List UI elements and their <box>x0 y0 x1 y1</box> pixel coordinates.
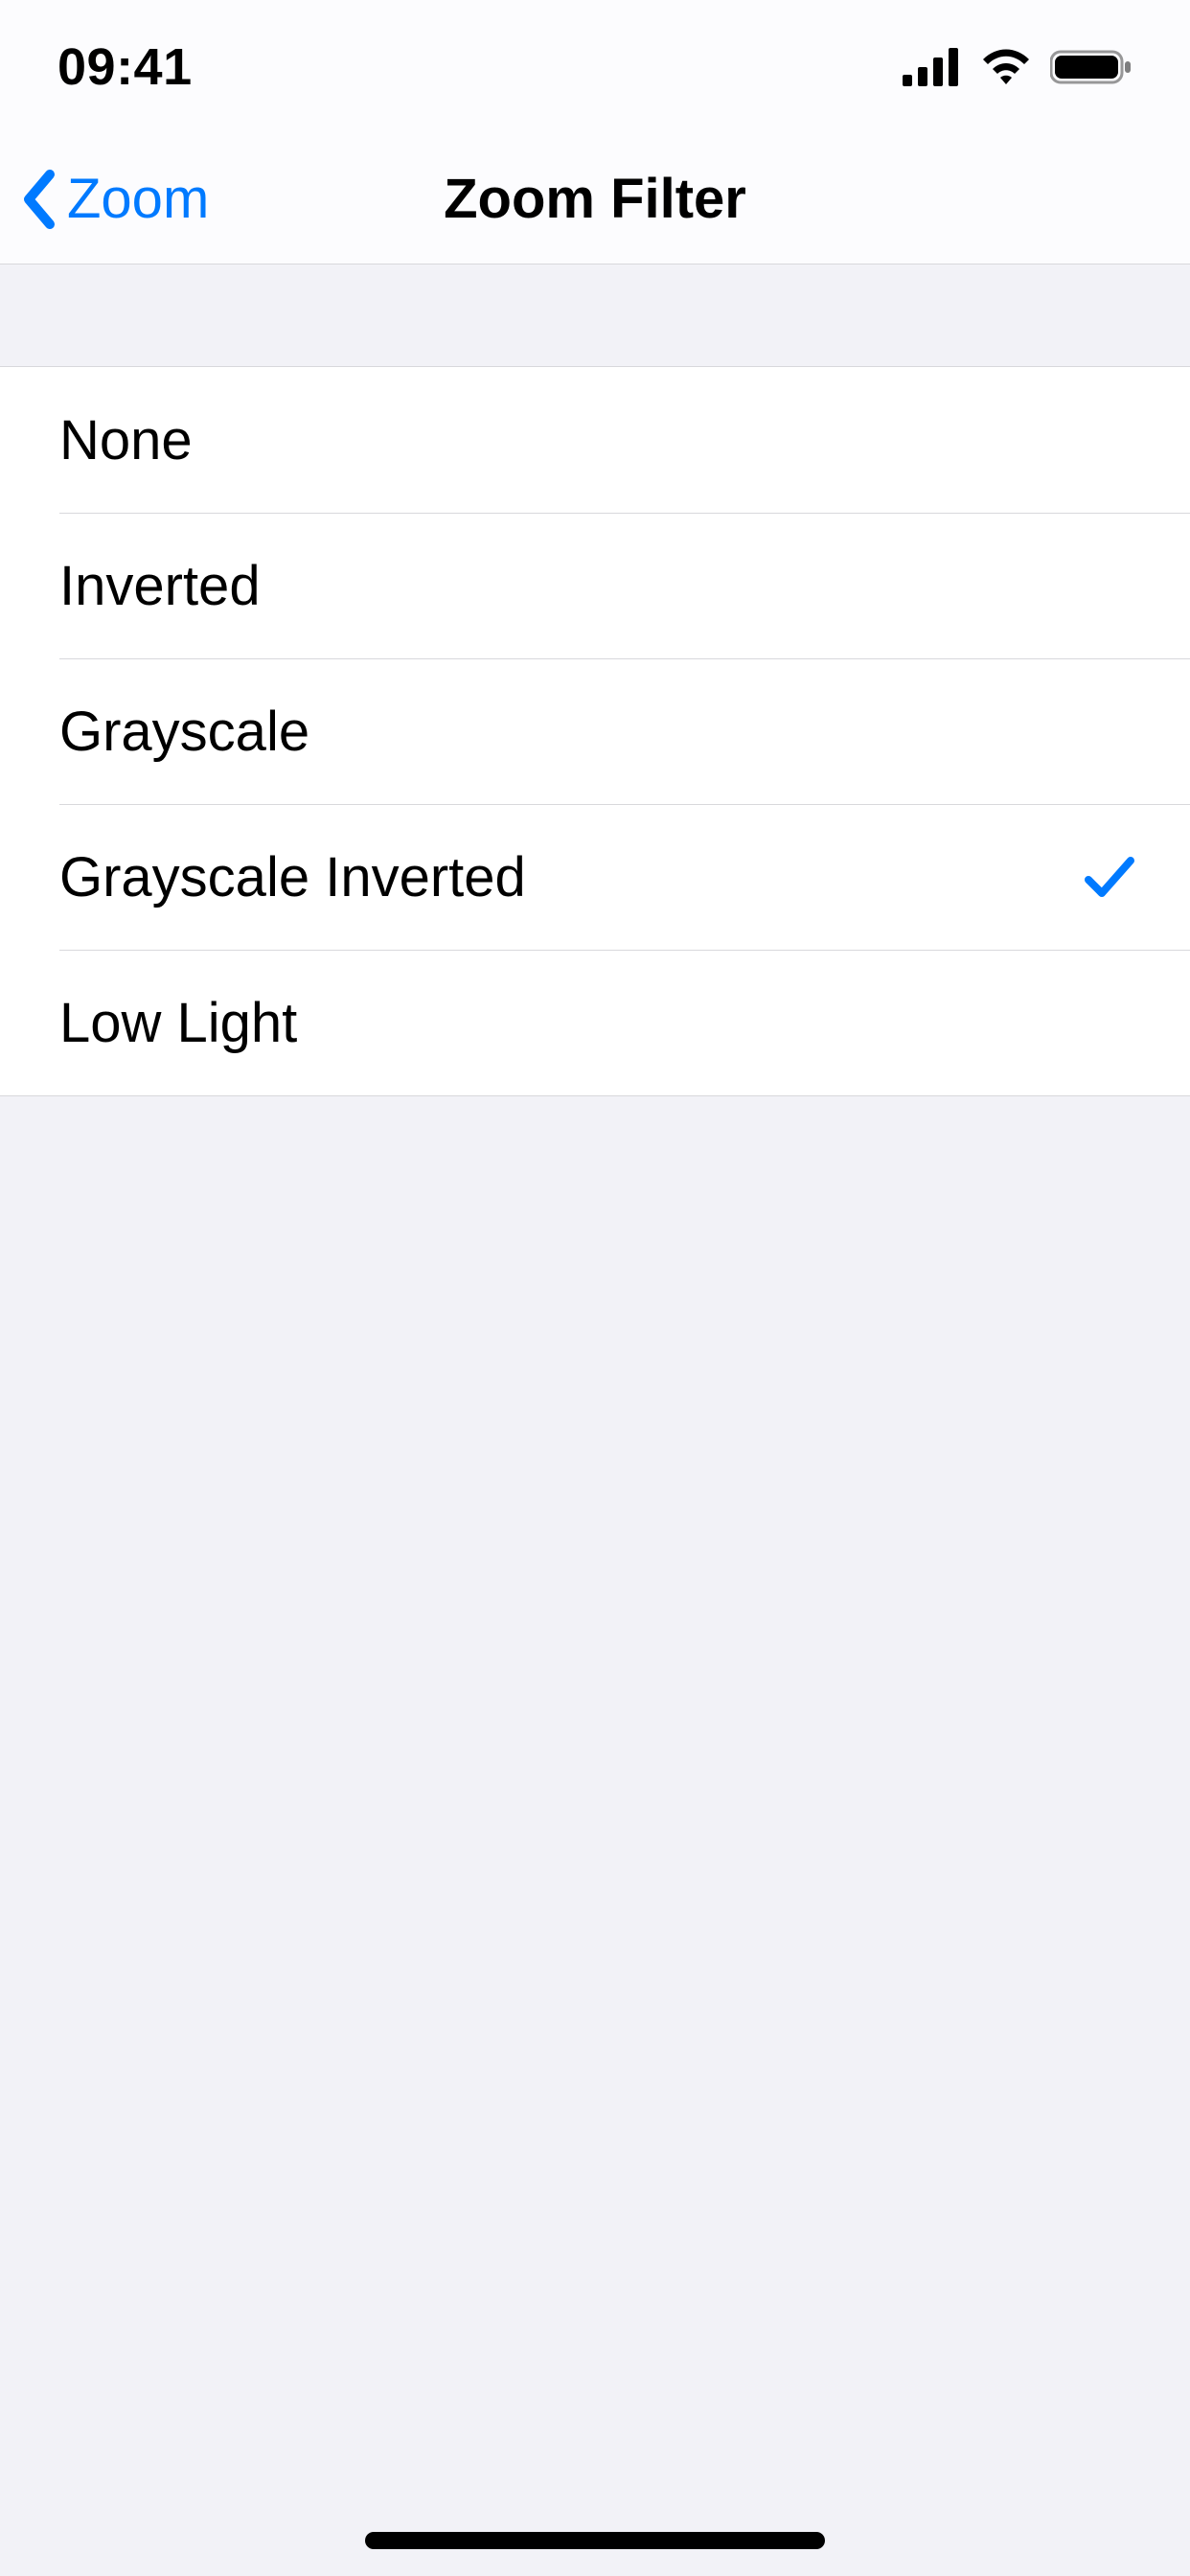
filter-option-low-light[interactable]: Low Light <box>0 950 1190 1095</box>
option-label: Low Light <box>59 991 297 1055</box>
cellular-signal-icon <box>903 48 962 86</box>
nav-back-button[interactable]: Zoom <box>21 134 209 264</box>
option-label: Inverted <box>59 554 261 618</box>
nav-bar: Zoom Zoom Filter <box>0 134 1190 264</box>
status-bar: 09:41 <box>0 0 1190 134</box>
chevron-left-icon <box>21 169 59 230</box>
nav-title: Zoom Filter <box>444 167 746 231</box>
filter-option-grayscale[interactable]: Grayscale <box>0 658 1190 804</box>
filter-option-none[interactable]: None <box>0 367 1190 513</box>
battery-icon <box>1050 48 1133 86</box>
option-label: Grayscale <box>59 700 309 764</box>
status-icons <box>903 48 1133 86</box>
home-indicator[interactable] <box>365 2532 825 2549</box>
option-label: Grayscale Inverted <box>59 845 526 909</box>
checkmark-icon <box>1083 853 1136 901</box>
filter-option-grayscale-inverted[interactable]: Grayscale Inverted <box>0 804 1190 950</box>
option-label: None <box>59 408 193 472</box>
nav-back-label: Zoom <box>67 167 209 231</box>
screen: 09:41 <box>0 0 1190 2576</box>
filter-option-inverted[interactable]: Inverted <box>0 513 1190 658</box>
section-gap <box>0 264 1190 366</box>
filter-options-list: None Inverted Grayscale Grayscale Invert… <box>0 366 1190 1096</box>
wifi-icon <box>979 48 1033 86</box>
status-time: 09:41 <box>57 37 193 97</box>
